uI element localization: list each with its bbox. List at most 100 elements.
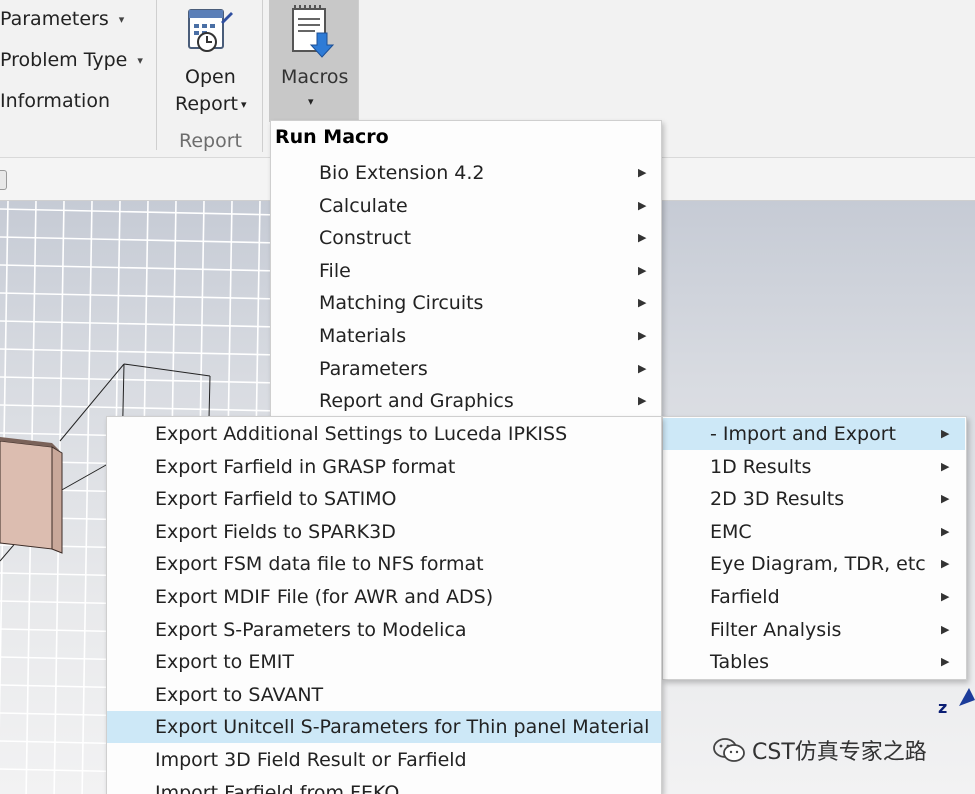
run-macro-menu-item-label: Construct [319, 227, 412, 250]
results-submenu-item-label: Eye Diagram, TDR, etc [710, 553, 926, 576]
macros-button[interactable]: Macros ▾ [269, 0, 358, 122]
parameters-dropdown[interactable]: Parameters ▾ [0, 8, 124, 30]
import-export-submenu-item[interactable]: Export Additional Settings to Luceda IPK… [107, 418, 661, 450]
run-macro-menu-item[interactable]: Construct ▶ [271, 222, 661, 254]
import-export-submenu-item-label: Export to EMIT [155, 651, 294, 674]
run-macro-menu-item-label: File [319, 259, 351, 282]
open-label: Open [185, 66, 236, 88]
import-export-submenu-item[interactable]: Export to SAVANT [107, 679, 661, 711]
import-export-submenu-item[interactable]: Export S-Parameters to Modelica [107, 614, 661, 646]
results-submenu-item[interactable]: EMC ▶ [663, 516, 965, 548]
chevron-right-icon: ▶ [638, 231, 647, 245]
import-export-submenu-item[interactable]: Import 3D Field Result or Farfield [107, 744, 661, 776]
results-submenu-item-label: 2D 3D Results [710, 488, 845, 511]
import-export-submenu-item-label: Import Farfield from FEKO [155, 781, 400, 794]
run-macro-menu-item-label: Calculate [319, 194, 408, 217]
ribbon-separator [358, 0, 359, 120]
results-submenu-item[interactable]: 2D 3D Results ▶ [663, 483, 965, 515]
run-macro-menu-item[interactable]: Bio Extension 4.2 ▶ [271, 157, 661, 189]
run-macro-header: Run Macro [275, 126, 389, 148]
information-label: Information [0, 90, 110, 112]
chevron-right-icon: ▶ [941, 427, 950, 440]
import-export-submenu-item-label: Import 3D Field Result or Farfield [155, 749, 467, 771]
chevron-right-icon: ▶ [941, 590, 950, 603]
results-submenu-item-label: - Import and Export [710, 423, 896, 445]
axis-cone-icon [959, 688, 975, 706]
run-macro-menu-item-label: Bio Extension 4.2 [319, 162, 485, 184]
import-export-submenu-item-label: Export Additional Settings to Luceda IPK… [155, 423, 568, 445]
chevron-right-icon: ▶ [638, 361, 647, 375]
report-text: Report [175, 93, 238, 115]
import-export-submenu-item[interactable]: Export Farfield to SATIMO [107, 483, 661, 515]
chevron-right-icon: ▶ [941, 655, 950, 669]
import-export-submenu-item[interactable]: Export FSM data file to NFS format [107, 548, 661, 580]
chevron-right-icon: ▶ [941, 622, 950, 636]
chevron-down-icon: ▾ [240, 98, 247, 111]
run-macro-menu-item[interactable]: File ▶ [271, 255, 661, 287]
z-axis-label: z [938, 698, 948, 717]
results-submenu-item[interactable]: Eye Diagram, TDR, etc ▶ [663, 548, 965, 580]
problem-type-dropdown[interactable]: Problem Type ▾ [0, 49, 143, 71]
chevron-right-icon: ▶ [941, 524, 950, 538]
import-export-submenu-item[interactable]: Import Farfield from FEKO [107, 777, 661, 794]
report-icon [188, 9, 233, 52]
problem-type-label: Problem Type [0, 49, 128, 71]
import-export-submenu-item-label: Export Unitcell S-Parameters for Thin pa… [155, 716, 650, 739]
results-submenu-item[interactable]: Tables ▶ [663, 646, 965, 678]
scroll-handle[interactable] [0, 170, 7, 190]
run-macro-menu-item[interactable]: Matching Circuits ▶ [271, 287, 661, 319]
chevron-right-icon: ▶ [941, 492, 950, 506]
import-export-submenu-item[interactable]: Export MDIF File (for AWR and ADS) [107, 581, 661, 613]
chevron-right-icon: ▶ [638, 329, 647, 342]
results-submenu-item-label: EMC [710, 520, 752, 543]
report-group-label: Report [179, 130, 242, 152]
results-submenu-item[interactable]: Filter Analysis ▶ [663, 614, 965, 646]
import-export-submenu-item-label: Export S-Parameters to Modelica [155, 618, 467, 641]
import-export-submenu-item-label: Export MDIF File (for AWR and ADS) [155, 586, 494, 608]
run-macro-menu-item[interactable]: Report and Graphics ▶ [271, 385, 661, 417]
chevron-down-icon: ▾ [118, 13, 125, 26]
watermark-text: CST仿真专家之路 [752, 740, 927, 765]
results-submenu-item-label: Filter Analysis [710, 618, 842, 641]
import-export-submenu-item-label: Export Farfield to SATIMO [155, 488, 397, 511]
run-macro-menu-item[interactable]: Materials ▶ [271, 320, 661, 352]
open-report-button[interactable]: Open Report ▾ [165, 0, 255, 122]
results-submenu-item-label: 1D Results [710, 455, 812, 478]
import-export-submenu-item-label: Export Farfield in GRASP format [155, 455, 456, 478]
run-macro-menu-item-label: Parameters [319, 357, 428, 380]
chevron-right-icon: ▶ [638, 166, 647, 179]
watermark: CST仿真专家之路 [712, 734, 927, 766]
information-button[interactable]: Information [0, 90, 110, 112]
run-macro-menu-item[interactable]: Calculate ▶ [271, 190, 661, 222]
chevron-right-icon: ▶ [638, 394, 647, 408]
results-submenu-item-label: Farfield [710, 586, 780, 608]
chevron-right-icon: ▶ [941, 459, 950, 473]
ribbon-separator [262, 0, 263, 152]
chevron-right-icon: ▶ [638, 296, 647, 310]
run-macro-menu-item-label: Report and Graphics [319, 390, 514, 413]
import-export-submenu-item[interactable]: Export Unitcell S-Parameters for Thin pa… [107, 711, 661, 744]
import-export-submenu-item[interactable]: Export Fields to SPARK3D [107, 516, 661, 548]
import-export-submenu-item-label: Export Fields to SPARK3D [155, 520, 396, 543]
ribbon-separator [156, 0, 157, 150]
import-export-submenu-item-label: Export FSM data file to NFS format [155, 553, 484, 576]
parameters-label: Parameters [0, 8, 109, 30]
chevron-right-icon: ▶ [638, 198, 647, 212]
macros-label: Macros [281, 66, 349, 88]
import-export-submenu-item[interactable]: Export to EMIT [107, 646, 661, 678]
report-label: Report ▾ [175, 93, 247, 115]
chevron-right-icon: ▶ [941, 557, 950, 571]
import-export-submenu-item[interactable]: Export Farfield in GRASP format [107, 451, 661, 483]
chevron-down-icon: ▾ [308, 95, 314, 108]
results-submenu-item[interactable]: - Import and Export ▶ [663, 418, 965, 450]
import-export-submenu-item-label: Export to SAVANT [155, 683, 324, 706]
chevron-down-icon: ▾ [137, 54, 143, 67]
chevron-right-icon: ▶ [638, 263, 647, 277]
run-macro-menu-item-label: Matching Circuits [319, 292, 484, 315]
results-submenu-item-label: Tables [710, 651, 770, 674]
run-macro-menu-item[interactable]: Parameters ▶ [271, 353, 661, 385]
results-submenu-item[interactable]: 1D Results ▶ [663, 451, 965, 483]
results-submenu-item[interactable]: Farfield ▶ [663, 581, 965, 613]
run-macro-menu-item-label: Materials [319, 325, 407, 347]
macros-icon [292, 5, 335, 58]
